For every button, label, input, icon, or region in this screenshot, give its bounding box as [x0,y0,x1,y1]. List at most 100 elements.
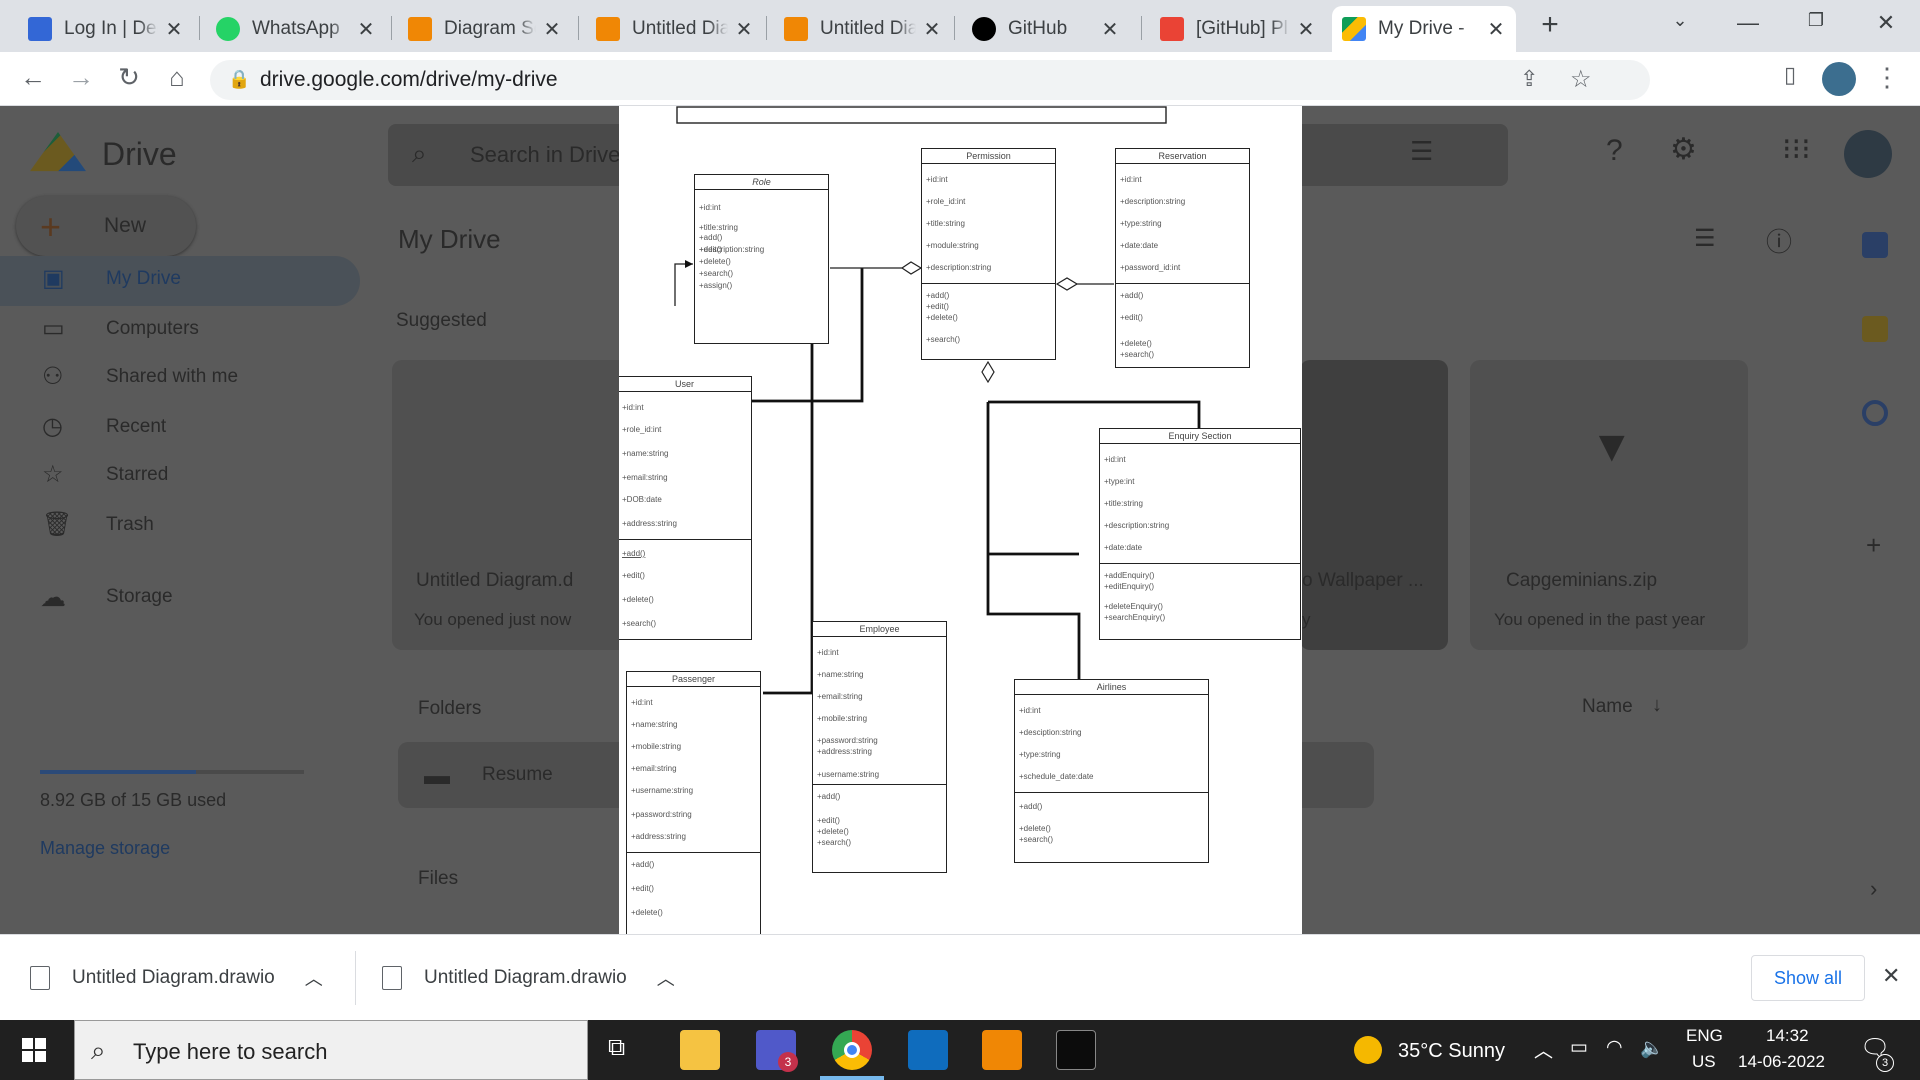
class-role[interactable]: Role +id:int +title:string +description:… [694,174,829,344]
nav-computers[interactable]: Computers [106,318,199,340]
close-tab-icon[interactable]: ✕ [1486,17,1506,42]
download-item-1[interactable]: Untitled Diagram.drawio ︿ [30,955,340,1001]
bookmark-star-icon[interactable]: ☆ [1570,65,1592,94]
class-airlines[interactable]: Airlines +id:int +desciption:string +typ… [1014,679,1209,863]
terminal-icon[interactable] [1056,1030,1096,1070]
clock-time[interactable]: 14:32 [1766,1026,1809,1046]
tab-separator [954,16,955,40]
class-passenger[interactable]: Passenger +id:int +name:string +mobile:s… [626,671,761,934]
volume-icon[interactable]: 🔈 [1640,1036,1664,1060]
class-enquiry-section[interactable]: Enquiry Section +id:int +type:int +title… [1099,428,1301,640]
chrome-menu-icon[interactable]: ⋮ [1870,62,1904,93]
list-view-icon[interactable]: ☰ [1694,224,1716,253]
language-indicator[interactable]: ENG [1686,1026,1723,1046]
weather-text[interactable]: 35°C Sunny [1398,1040,1505,1063]
tab-untitled-diagram-2[interactable]: Untitled Dia ✕ [774,6,952,52]
tasks-icon[interactable] [1862,400,1888,426]
storage-used-text: 8.92 GB of 15 GB used [40,790,227,810]
battery-icon[interactable]: ▭ [1570,1036,1588,1059]
new-button[interactable]: + New [16,196,196,256]
class-operation: +searchEnquiry() [1104,613,1166,622]
help-icon[interactable]: ? [1606,134,1623,168]
tab-github[interactable]: GitHub ✕ [962,6,1130,52]
wifi-icon[interactable]: ◠ [1606,1036,1623,1059]
close-tab-icon[interactable]: ✕ [1296,17,1316,42]
show-all-button[interactable]: Show all [1751,955,1865,1001]
google-drive-icon [1342,17,1366,41]
home-icon[interactable]: ⌂ [160,62,194,93]
nav-shared-with-me[interactable]: Shared with me [106,366,238,388]
chrome-icon[interactable] [832,1030,872,1070]
nav-storage[interactable]: Storage [106,586,173,608]
region-indicator[interactable]: US [1692,1052,1716,1072]
share-icon[interactable]: ⇪ [1520,66,1538,92]
close-window-button[interactable]: ✕ [1866,10,1906,36]
class-attribute: +id:int [926,175,948,184]
chevron-up-icon[interactable]: ︿ [657,965,675,991]
clock-date[interactable]: 14-06-2022 [1738,1052,1825,1072]
nav-trash[interactable]: Trash [106,514,154,536]
drawio-app-icon[interactable] [982,1030,1022,1070]
address-bar[interactable]: 🔒 drive.google.com/drive/my-drive ⇪ ☆ [210,60,1650,100]
close-tab-icon[interactable]: ✕ [542,17,562,42]
close-tab-icon[interactable]: ✕ [734,17,754,42]
search-options-icon[interactable]: ☰ [1410,136,1433,167]
drive-account-avatar[interactable] [1844,130,1892,178]
info-icon[interactable]: ⓘ [1766,222,1792,259]
teams-icon[interactable]: 3 [756,1030,798,1072]
class-employee[interactable]: Employee +id:int +name:string +email:str… [812,621,947,873]
restore-button[interactable]: ❐ [1796,10,1836,31]
add-addon-icon[interactable]: + [1866,530,1881,561]
collapse-side-panel-icon[interactable]: › [1870,876,1877,902]
suggested-card-3[interactable]: ▼ Capgeminians.zip You opened in the pas… [1470,360,1748,650]
forward-arrow-icon[interactable]: → [64,62,98,93]
class-attribute: +id:int [1104,455,1126,464]
nav-recent[interactable]: Recent [106,416,166,438]
close-tab-icon[interactable]: ✕ [356,17,376,42]
close-tab-icon[interactable]: ✕ [1100,17,1120,42]
show-hidden-icons-chevron-icon[interactable]: ︿ [1534,1036,1553,1063]
apps-grid-icon[interactable]: ⁝⁝⁝ [1782,132,1811,167]
tab-label: GitHub [1008,18,1068,39]
calendar-icon[interactable] [1862,232,1888,258]
back-arrow-icon[interactable]: ← [16,62,50,93]
class-reservation[interactable]: Reservation +id:int +description:string … [1115,148,1250,368]
tab-untitled-diagram-1[interactable]: Untitled Dia ✕ [586,6,764,52]
tab-search-chevron-icon[interactable]: ⌄ [1660,10,1700,31]
minimize-button[interactable]: — [1728,10,1768,36]
windows-start-icon[interactable] [22,1038,46,1062]
tab-login[interactable]: Log In | Deg ✕ [18,6,194,52]
my-drive-header[interactable]: My Drive [398,224,501,255]
tab-gmail[interactable]: [GitHub] Pl ✕ [1150,6,1326,52]
manage-storage-link[interactable]: Manage storage [40,838,170,859]
taskbar-search-box[interactable]: ⌕ Type here to search [74,1020,588,1080]
profile-avatar[interactable] [1822,62,1856,96]
settings-gear-icon[interactable]: ⚙ [1670,132,1697,167]
sort-arrow-icon[interactable]: ↓ [1652,694,1662,717]
download-item-2[interactable]: Untitled Diagram.drawio ︿ [382,955,702,1001]
suggested-card-2[interactable]: o Wallpaper ... y [1300,360,1448,650]
sort-by-name[interactable]: Name [1582,696,1633,718]
side-panel-icon[interactable]: ▯ [1773,62,1807,88]
nav-starred[interactable]: Starred [106,464,168,486]
class-permission[interactable]: Permission +id:int +role_id:int +title:s… [921,148,1056,360]
new-tab-button[interactable]: + [1530,8,1570,42]
task-view-icon[interactable]: ⧉ [608,1034,625,1062]
close-tab-icon[interactable]: ✕ [164,17,184,42]
tab-my-drive[interactable]: My Drive - ✕ [1332,6,1516,52]
suggested-card-1[interactable]: Untitled Diagram.d You opened just now [392,360,648,650]
keep-icon[interactable] [1862,316,1888,342]
chevron-up-icon[interactable]: ︿ [305,965,323,991]
diagram-preview[interactable]: Role +id:int +title:string +description:… [619,106,1302,934]
class-operation: +add() [1019,802,1043,811]
close-tab-icon[interactable]: ✕ [922,17,942,42]
outlook-icon[interactable] [908,1030,948,1070]
class-user[interactable]: User +id:int +role_id:int +name:string +… [619,376,752,640]
nav-my-drive[interactable]: My Drive [106,268,181,290]
tab-whatsapp[interactable]: WhatsApp ✕ [206,6,386,52]
user-role-line [674,263,693,306]
close-download-bar-icon[interactable]: ✕ [1882,963,1900,989]
tab-diagram-software[interactable]: Diagram Sc ✕ [398,6,572,52]
reload-icon[interactable]: ↻ [112,62,146,93]
file-explorer-icon[interactable] [680,1030,720,1070]
